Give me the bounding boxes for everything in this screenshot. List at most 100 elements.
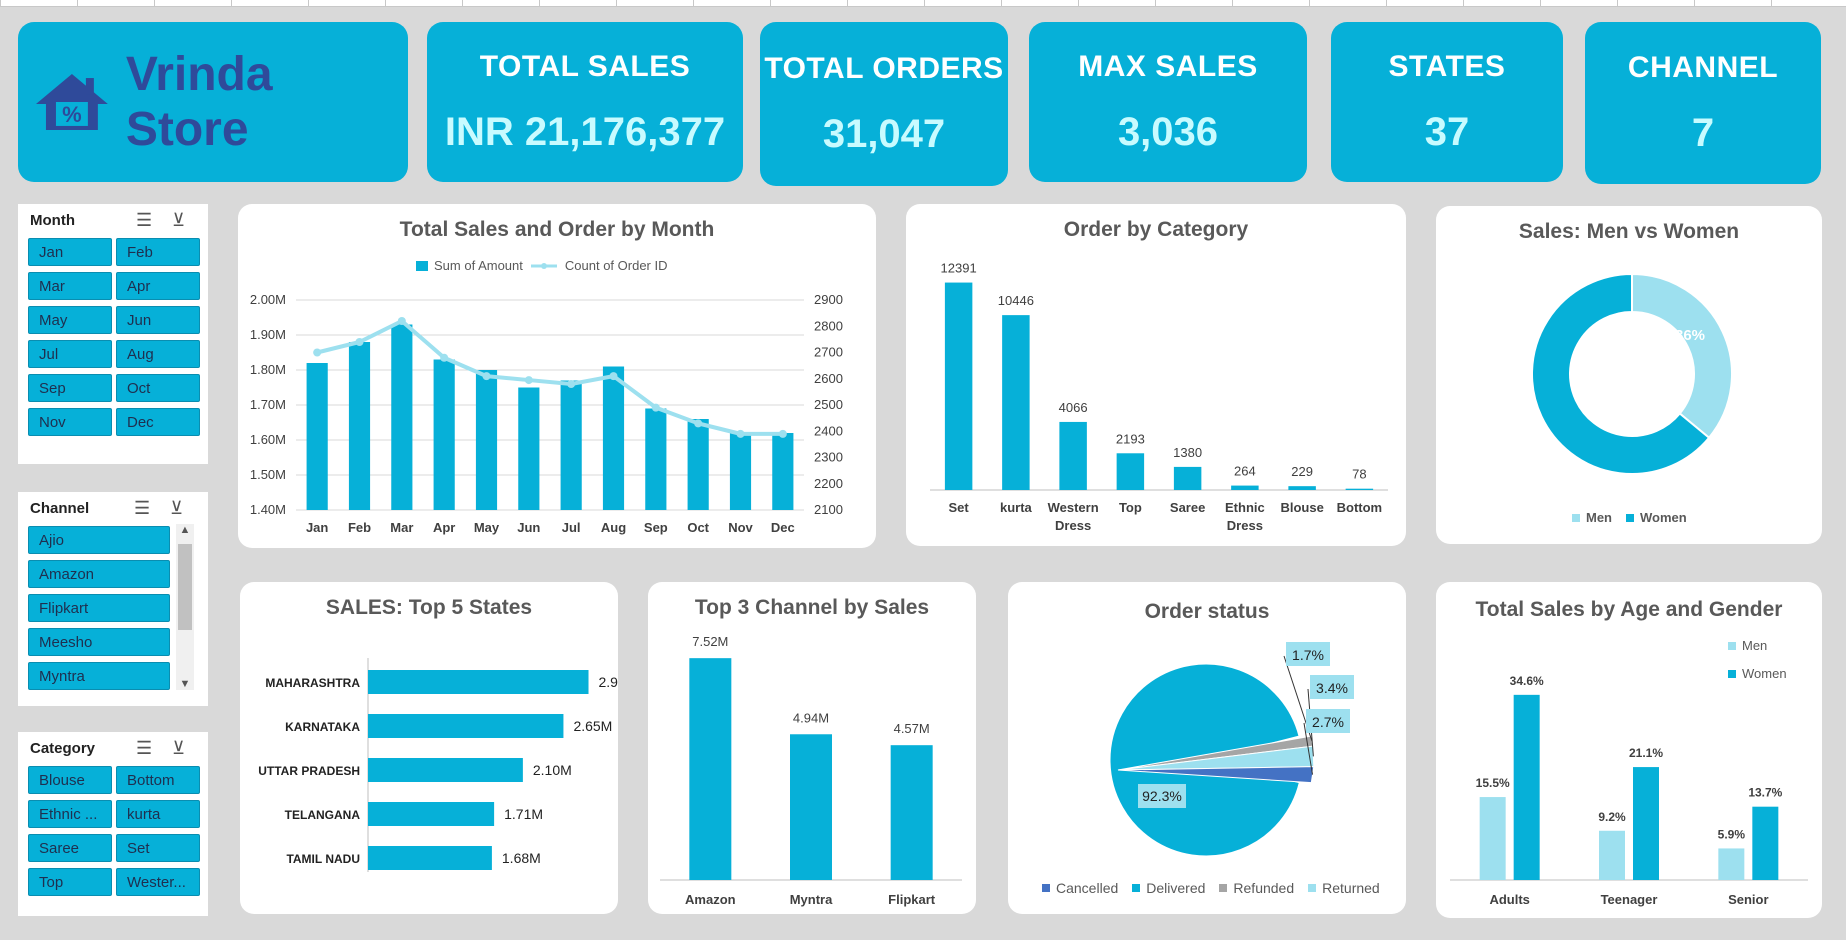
clear-filter-icon[interactable]: ⊻: [170, 498, 183, 519]
clear-filter-icon[interactable]: ⊻: [172, 738, 185, 759]
bar-amazon: [689, 658, 732, 880]
grid-line: [308, 0, 309, 6]
legend-swatch-men: [1572, 513, 1580, 522]
grid-line: [539, 0, 540, 6]
kpi-total-sales: TOTAL SALES INR 21,176,377: [427, 22, 743, 182]
kpi-title: CHANNEL: [1627, 50, 1779, 84]
slicer-month-sep[interactable]: Sep: [28, 374, 112, 402]
data-label: 2.7%: [1312, 714, 1344, 730]
legend-swatch-returned: [1308, 884, 1317, 892]
legend-swatch-cancelled: [1042, 884, 1050, 892]
legend: Men Women: [1572, 510, 1687, 525]
x-tick-label: Dress: [1055, 518, 1091, 533]
legend-label: Men: [1586, 510, 1612, 525]
scrollbar-thumb[interactable]: [178, 544, 192, 630]
slicer-month-may[interactable]: May: [28, 306, 112, 334]
slicer-month-nov[interactable]: Nov: [28, 408, 112, 436]
legend-swatch-women: [1626, 513, 1634, 522]
line-order-count: [316, 319, 783, 436]
order-status-panel: Order status 92.3% 1.7% 3.4% 2.7% Cancelled…: [1008, 582, 1406, 914]
x-tick-label: Ethnic: [1225, 500, 1265, 515]
slicer-category-blouse[interactable]: Blouse: [28, 766, 112, 794]
data-label: 2.10M: [533, 762, 572, 778]
slicer-category-set[interactable]: Set: [116, 834, 200, 862]
bar-women-teenager: [1633, 767, 1659, 880]
point-order-feb: [355, 338, 364, 346]
x-tick-label: Set: [949, 500, 970, 515]
x-tick-label: Saree: [1170, 500, 1205, 515]
slicer-month-aug[interactable]: Aug: [116, 340, 200, 368]
bar-sales-dec: [772, 433, 794, 510]
x-tick-label: Amazon: [685, 892, 736, 907]
slicer-channel-ajio[interactable]: Ajio: [28, 526, 170, 554]
multi-select-icon[interactable]: ☰: [136, 738, 152, 759]
y-tick-label: MAHARASHTRA: [265, 676, 360, 690]
y2-tick-label: 2600: [814, 371, 843, 386]
data-label: 264: [1234, 464, 1256, 479]
x-tick-label: Myntra: [790, 892, 833, 907]
x-tick-label: kurta: [1000, 500, 1033, 515]
grid-line: [924, 0, 925, 6]
store-name: Vrinda Store: [125, 48, 273, 156]
multi-select-icon[interactable]: ☰: [136, 210, 152, 231]
data-label: 10446: [998, 293, 1034, 308]
monthly-sales-panel: Total Sales and Order by Month Sum of Am…: [238, 204, 876, 548]
x-tick-label: Dec: [771, 520, 795, 535]
slicer-category-bottom[interactable]: Bottom: [116, 766, 200, 794]
slicer-category-kurta[interactable]: kurta: [116, 800, 200, 828]
point-order-apr: [440, 353, 449, 362]
grid-line: [1001, 0, 1002, 6]
slicer-category-wester[interactable]: Wester...: [116, 868, 200, 896]
legend-label: Returned: [1322, 880, 1380, 896]
slicer-month-dec[interactable]: Dec: [116, 408, 200, 436]
multi-select-icon[interactable]: ☰: [134, 498, 150, 519]
slicer-category-saree[interactable]: Saree: [28, 834, 112, 862]
slicer-month-jan[interactable]: Jan: [28, 238, 112, 266]
slicer-month-feb[interactable]: Feb: [116, 238, 200, 266]
slicer-category-ethnic[interactable]: Ethnic ...: [28, 800, 112, 828]
kpi-title: TOTAL SALES: [479, 49, 691, 83]
slicer-channel-flipkart[interactable]: Flipkart: [28, 594, 170, 622]
y2-tick-label: 2500: [814, 397, 843, 412]
data-label: 12391: [941, 261, 977, 276]
slicer-month-mar[interactable]: Mar: [28, 272, 112, 300]
grid-line: [462, 0, 463, 6]
slicer-channel-amazon[interactable]: Amazon: [28, 560, 170, 588]
store-house-icon: %: [35, 74, 108, 130]
legend-label: Refunded: [1233, 880, 1295, 896]
grid-line: [1155, 0, 1156, 6]
x-tick-label: Nov: [728, 520, 753, 535]
monthly-sales-chart: 1.40M 1.50M 1.60M 1.70M 1.80M 1.90M 2.00M 2100 2…: [250, 292, 843, 535]
grid-line: [385, 0, 386, 6]
point-order-oct: [694, 419, 703, 428]
point-order-jul: [567, 380, 576, 388]
slicer-month-jul[interactable]: Jul: [28, 340, 112, 368]
clear-filter-icon[interactable]: ⊻: [172, 210, 185, 231]
slicer-month-oct[interactable]: Oct: [116, 374, 200, 402]
slicer-channel-myntra[interactable]: Myntra: [28, 662, 170, 690]
y-tick-label: 1.90M: [250, 327, 286, 342]
bar-sales-jun: [518, 387, 540, 510]
scroll-down-icon[interactable]: ▼: [176, 678, 194, 690]
data-label: 15.5%: [1476, 776, 1510, 790]
data-label: 4.94M: [793, 710, 829, 725]
bar-sales-apr: [433, 359, 455, 510]
grid-line: [1617, 0, 1618, 6]
slicer-channel-meesho[interactable]: Meesho: [28, 628, 170, 656]
bar-men-senior: [1718, 848, 1745, 880]
scrollbar[interactable]: ▲ ▼: [176, 524, 194, 690]
slicer-title: Channel: [30, 500, 90, 517]
slicer-month-jun[interactable]: Jun: [116, 306, 200, 334]
y-tick-label: 1.40M: [250, 502, 286, 517]
slicer-month-apr[interactable]: Apr: [116, 272, 200, 300]
slicer-title: Category: [30, 740, 96, 757]
grid-line: [1540, 0, 1541, 6]
x-tick-label: Flipkart: [888, 892, 936, 907]
scroll-up-icon[interactable]: ▲: [176, 524, 194, 536]
y-tick-label: TELANGANA: [285, 808, 361, 822]
x-tick-label: Adults: [1489, 892, 1529, 907]
data-label: 2193: [1116, 431, 1145, 446]
kpi-total-orders: TOTAL ORDERS 31,047: [760, 22, 1008, 186]
data-label: 1.68M: [502, 850, 541, 866]
slicer-category-top[interactable]: Top: [28, 868, 112, 896]
